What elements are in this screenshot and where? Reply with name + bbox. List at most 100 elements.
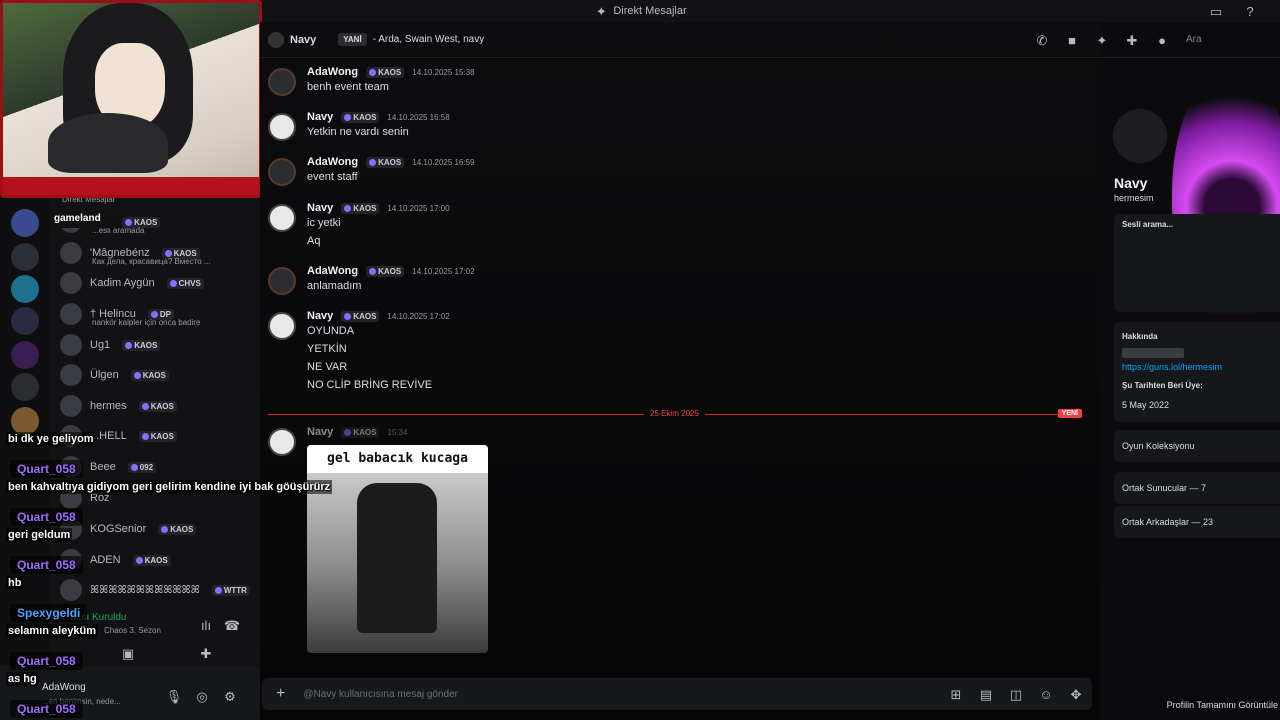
add-friends-icon[interactable]: ✚: [1124, 32, 1140, 48]
clan-tag-icon: [125, 341, 133, 349]
user-profile-icon[interactable]: ●: [1154, 32, 1170, 48]
message-author[interactable]: AdaWong: [307, 156, 358, 168]
clan-tag: KAOS: [138, 400, 177, 412]
clan-tag-icon: [369, 68, 377, 76]
message-text: YETKİN: [307, 343, 347, 355]
clan-tag-icon: [150, 310, 158, 318]
message-avatar[interactable]: [268, 68, 296, 96]
server-icon[interactable]: [11, 307, 39, 335]
profile-avatar[interactable]: [1110, 106, 1170, 166]
message-timestamp: 14.10.2025 17:00: [387, 203, 450, 213]
stream-chat-message: geri geldum: [6, 528, 73, 542]
voice-call-icon[interactable]: ✆: [1034, 32, 1050, 48]
sticker-icon[interactable]: ◫: [1008, 686, 1024, 702]
dm-item[interactable]: ꕤꕤꕤꕤꕤꕤꕤꕤꕤꕤꕤꕤ WTTR: [60, 575, 260, 605]
dm-item[interactable]: 'Mâgnebénz KAOS Как дела, красавица? Вмест…: [60, 238, 260, 268]
dm-item[interactable]: Ülgen KAOS: [60, 360, 260, 390]
message-header: AdaWong KAOS 14.10.2025 17:02: [307, 265, 475, 277]
clan-tag-icon: [344, 204, 352, 212]
clan-tag-icon: [214, 586, 222, 594]
message-avatar[interactable]: [268, 428, 296, 456]
dm-item[interactable]: † Helincu DP nankör kalpler için onca badi…: [60, 299, 260, 329]
about-redacted-bar: [1122, 348, 1184, 358]
microphone-icon[interactable]: 🎙: [166, 688, 183, 704]
dm-item[interactable]: Ug1 KAOS: [60, 330, 260, 360]
message-author[interactable]: AdaWong: [307, 66, 358, 78]
server-icon[interactable]: [11, 243, 39, 271]
message-text: ic yetki: [307, 217, 341, 229]
dm-item[interactable]: ADEN KAOS: [60, 545, 260, 575]
clan-tag-label: KAOS: [353, 311, 377, 321]
message-avatar[interactable]: [268, 267, 296, 295]
dm-item[interactable]: Beee 092: [60, 452, 260, 482]
dm-item[interactable]: hermes KAOS: [60, 391, 260, 421]
message-author[interactable]: Navy: [307, 426, 333, 438]
message-composer[interactable]: + @Navy kullanıcısına mesaj gönder ⊞ ▤ ◫…: [262, 678, 1092, 710]
game-collection-row[interactable]: Oyun Koleksiyonu: [1114, 430, 1280, 462]
clan-tag-label: KAOS: [353, 112, 377, 122]
message-author[interactable]: Navy: [307, 111, 333, 123]
clan-tag-icon: [169, 279, 177, 287]
channel-name: Navy: [290, 33, 317, 46]
clan-tag-icon: [133, 371, 141, 379]
gift-icon[interactable]: ⊞: [948, 686, 964, 702]
inbox-icon[interactable]: ▭: [1208, 3, 1224, 19]
server-icon[interactable]: [11, 373, 39, 401]
message-avatar[interactable]: [268, 204, 296, 232]
dm-avatar: [60, 334, 82, 356]
mutual-friends-row[interactable]: Ortak Arkadaşlar — 23: [1114, 506, 1280, 538]
new-badge: YANİ: [338, 33, 367, 46]
gif-icon[interactable]: ▤: [978, 686, 994, 702]
message-text: event staff: [307, 171, 358, 183]
message-text: anlamadım: [307, 280, 362, 292]
dm-item[interactable]: Kadim Aygün CHVS: [60, 268, 260, 298]
message-header: AdaWong KAOS 14.10.2025 16:59: [307, 156, 475, 168]
dm-name: ADEN: [90, 554, 121, 566]
message-text: NE VAR: [307, 361, 348, 373]
mutual-servers-row[interactable]: Ortak Sunucular — 7: [1114, 472, 1280, 504]
settings-gear-icon[interactable]: ⚙: [222, 688, 238, 704]
clan-tag: KAOS: [341, 111, 380, 123]
clan-tag-label: KAOS: [378, 266, 402, 276]
profile-link[interactable]: https://guns.lol/hermesim: [1122, 362, 1222, 372]
dm-name: hermes: [90, 400, 127, 412]
user-name: AdaWong: [42, 682, 86, 693]
message-author[interactable]: Navy: [307, 310, 333, 322]
message-author[interactable]: Navy: [307, 202, 333, 214]
search-input[interactable]: Ara: [1180, 29, 1280, 51]
clan-tag: KAOS: [341, 426, 380, 438]
image-attachment[interactable]: gel babacık kucaga: [307, 445, 488, 653]
help-icon[interactable]: ?: [1242, 3, 1258, 19]
clan-tag-label: KAOS: [150, 431, 174, 441]
headphones-icon[interactable]: ◎: [194, 688, 210, 704]
apps-icon[interactable]: ✥: [1068, 686, 1084, 702]
message-avatar[interactable]: [268, 158, 296, 186]
emoji-icon[interactable]: ☺: [1038, 686, 1054, 702]
dm-item[interactable]: KOGSenior KAOS: [60, 514, 260, 544]
message-header: Navy KAOS 14.10.2025 17:02: [307, 310, 450, 322]
disconnect-icon[interactable]: ☎: [224, 617, 240, 633]
message-avatar[interactable]: [268, 312, 296, 340]
meme-figure: [357, 483, 437, 633]
voice-waveform-icon[interactable]: ılı: [198, 617, 214, 633]
stream-chat-username: Spexygeldi: [10, 604, 88, 622]
video-call-icon[interactable]: ■: [1064, 32, 1080, 48]
server-icon[interactable]: [11, 275, 39, 303]
server-icon[interactable]: [11, 209, 39, 237]
message-author[interactable]: AdaWong: [307, 265, 358, 277]
view-full-profile-link[interactable]: Profilin Tamamını Görüntüle: [1167, 700, 1278, 710]
pin-icon[interactable]: ✦: [1094, 32, 1110, 48]
activity-icon[interactable]: ✚: [198, 645, 214, 661]
clan-tag: WTTR: [211, 584, 250, 596]
dm-avatar: [60, 364, 82, 386]
clan-tag: KAOS: [341, 202, 380, 214]
message-timestamp: 14.10.2025 15:38: [412, 67, 475, 77]
clan-tag-label: KAOS: [378, 67, 402, 77]
server-icon[interactable]: [11, 407, 39, 435]
screen-share-icon[interactable]: ▣: [120, 645, 136, 661]
add-attachment-icon[interactable]: +: [276, 685, 285, 703]
clan-tag-icon: [135, 556, 143, 564]
voice-channel: Chaos 3. Sezon: [104, 626, 161, 635]
message-avatar[interactable]: [268, 113, 296, 141]
server-icon[interactable]: [11, 341, 39, 369]
